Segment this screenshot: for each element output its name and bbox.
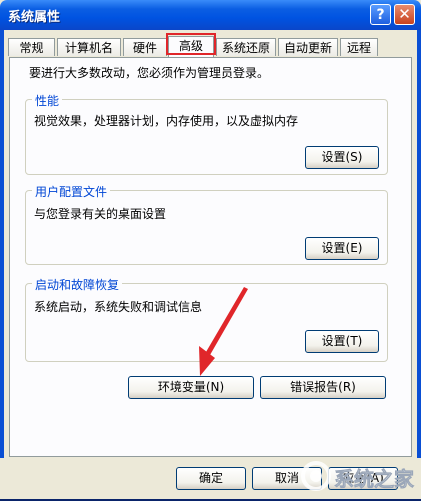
group-desc-user-profiles: 与您登录有关的桌面设置 — [34, 207, 167, 221]
watermark-logo: 系统之家 — [301, 461, 415, 491]
tab-hardware[interactable]: 硬件 — [123, 38, 167, 56]
tab-automatic-updates[interactable]: 自动更新 — [278, 38, 338, 56]
system-properties-window: 系统属性 ? ✕ 常规 计算机名 硬件 高级 系统还原 自动更新 远程 要进行大… — [0, 0, 421, 499]
user-profiles-settings-button[interactable]: 设置(E) — [305, 237, 379, 260]
group-startup-recovery: 启动和故障恢复 系统启动，系统失败和调试信息 设置(T) — [25, 276, 388, 362]
startup-recovery-settings-button[interactable]: 设置(T) — [305, 330, 379, 353]
window-frame-right — [417, 30, 421, 499]
group-title-performance: 性能 — [32, 92, 63, 109]
environment-variables-button[interactable]: 环境变量(N) — [128, 376, 254, 399]
tab-remote[interactable]: 远程 — [340, 38, 378, 56]
group-desc-startup-recovery: 系统启动，系统失败和调试信息 — [34, 300, 203, 314]
close-icon: ✕ — [398, 5, 411, 23]
group-user-profiles: 用户配置文件 与您登录有关的桌面设置 设置(E) — [25, 183, 388, 265]
tab-general[interactable]: 常规 — [8, 38, 55, 56]
window-title: 系统属性 — [8, 10, 61, 25]
ok-button[interactable]: 确定 — [176, 467, 246, 490]
tab-system-restore[interactable]: 系统还原 — [216, 38, 276, 56]
group-title-startup-recovery: 启动和故障恢复 — [32, 276, 123, 293]
tab-highlight-box — [166, 33, 216, 55]
close-button[interactable]: ✕ — [394, 4, 415, 25]
group-performance: 性能 视觉效果，处理器计划，内存使用，以及虚拟内存 设置(S) — [25, 92, 388, 175]
window-frame-left — [0, 30, 4, 499]
tab-computer-name[interactable]: 计算机名 — [57, 38, 121, 56]
admin-note: 要进行大多数改动，您必须作为管理员登录。 — [29, 66, 270, 80]
help-button[interactable]: ? — [370, 4, 391, 25]
title-bar[interactable]: 系统属性 ? ✕ — [0, 0, 421, 30]
error-reporting-button[interactable]: 错误报告(R) — [260, 376, 386, 399]
performance-settings-button[interactable]: 设置(S) — [305, 146, 379, 169]
watermark: 系统之家 — [300, 452, 420, 498]
watermark-text: 系统之家 — [334, 467, 415, 491]
help-icon: ? — [376, 7, 385, 23]
group-title-user-profiles: 用户配置文件 — [32, 183, 111, 200]
group-desc-performance: 视觉效果，处理器计划，内存使用，以及虚拟内存 — [34, 114, 299, 128]
